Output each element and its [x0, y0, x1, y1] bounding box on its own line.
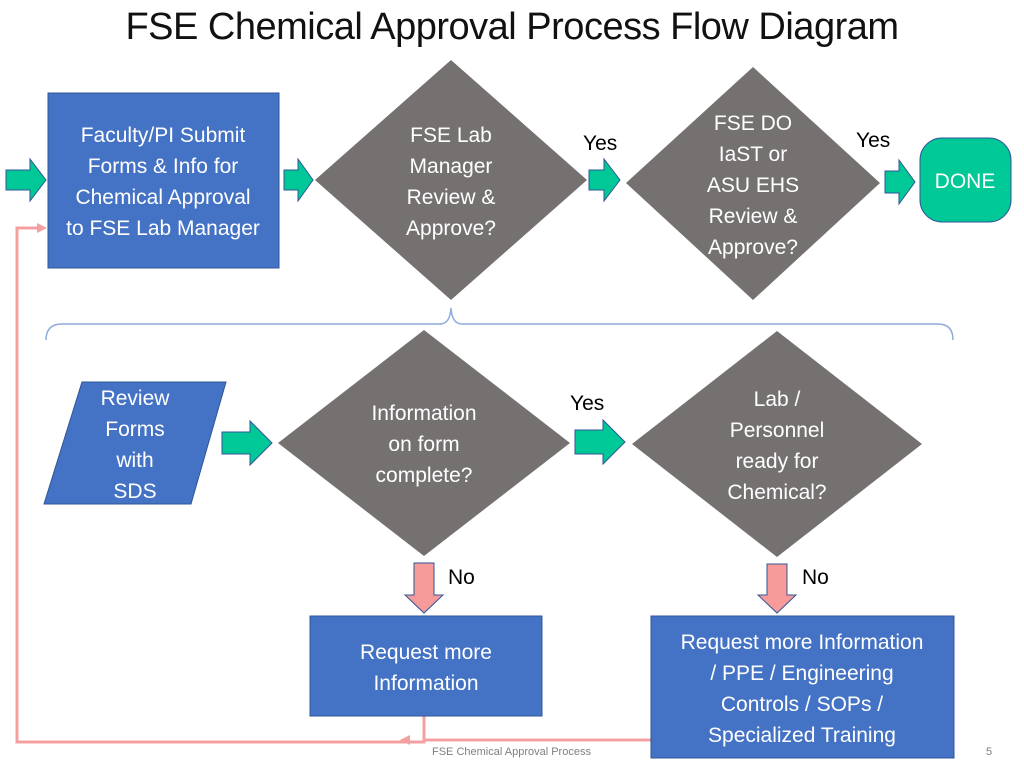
node-lab-ready-line: Lab / [754, 388, 801, 411]
node-lab-manager-line: Review & [407, 186, 496, 209]
node-submit[interactable]: Faculty/PI Submit Forms & Info for Chemi… [47, 92, 280, 269]
node-do-review-line: Approve? [708, 236, 798, 259]
arrow-info-to-lab-ready [574, 418, 626, 466]
edge-label-yes: Yes [570, 392, 604, 415]
node-request-info[interactable]: Request more Information [309, 615, 543, 717]
arrow-lab-ready-no [756, 563, 798, 614]
edge-label-yes: Yes [856, 129, 890, 152]
node-lab-ready-line: Personnel [730, 419, 825, 442]
node-lab-ready[interactable]: Lab / Personnel ready for Chemical? [632, 331, 922, 557]
node-lab-ready-line: ready for [736, 450, 819, 473]
node-lab-manager-line: Approve? [406, 217, 496, 240]
node-review-forms-line: Review [101, 387, 171, 410]
node-info-complete-line: Information [371, 402, 476, 425]
node-submit-line: Faculty/PI Submit [81, 124, 246, 147]
node-info-complete-line: on form [388, 433, 459, 456]
node-submit-line: to FSE Lab Manager [66, 217, 260, 240]
node-lab-manager-line: Manager [410, 155, 493, 178]
arrow-do-to-done [884, 158, 916, 206]
edge-label-no: No [448, 566, 475, 589]
node-lab-ready-line: Chemical? [727, 481, 826, 504]
node-lab-manager-review[interactable]: FSE Lab Manager Review & Approve? [315, 60, 587, 300]
node-do-review-line: Review & [709, 205, 798, 228]
node-request-more-line: Specialized Training [708, 724, 896, 747]
node-submit-line: Forms & Info for [88, 155, 239, 178]
flow-diagram: Faculty/PI Submit Forms & Info for Chemi… [5, 60, 1012, 759]
node-request-more-line: Controls / SOPs / [721, 693, 883, 716]
node-request-more[interactable]: Request more Information / PPE / Enginee… [650, 615, 955, 759]
edge-label-yes: Yes [583, 132, 617, 155]
footer-text: FSE Chemical Approval Process [432, 746, 591, 758]
node-info-complete[interactable]: Information on form complete? [278, 330, 570, 556]
node-request-more-line: / PPE / Engineering [710, 662, 893, 685]
node-review-forms-line: with [115, 449, 153, 472]
node-review-forms-line: Forms [105, 418, 165, 441]
node-submit-line: Chemical Approval [75, 186, 250, 209]
node-review-forms-line: SDS [113, 480, 156, 503]
node-done-label: DONE [935, 170, 996, 193]
node-do-review-line: FSE DO [714, 112, 792, 135]
arrow-lab-manager-to-do [588, 157, 621, 203]
node-lab-manager-line: FSE Lab [410, 124, 492, 147]
node-done[interactable]: DONE [919, 137, 1012, 223]
arrow-info-no [403, 562, 445, 614]
arrow-submit-to-lab-manager [283, 157, 314, 203]
node-request-more-line: Request more Information [681, 631, 924, 654]
page-number: 5 [986, 746, 993, 758]
node-request-info-line: Request more [360, 641, 492, 664]
feedback-arrowhead-submit [37, 223, 47, 233]
node-do-review-line: IaST or [719, 143, 787, 166]
curly-brace [45, 307, 954, 341]
node-do-review[interactable]: FSE DO IaST or ASU EHS Review & Approve? [626, 67, 880, 300]
node-request-info-line: Information [373, 672, 478, 695]
node-info-complete-line: complete? [376, 464, 473, 487]
edge-label-no: No [802, 566, 829, 589]
entry-arrow [5, 157, 47, 203]
node-review-forms[interactable]: Review Forms with SDS [43, 381, 227, 505]
node-do-review-line: ASU EHS [707, 174, 799, 197]
arrow-review-to-info-complete [221, 419, 273, 467]
